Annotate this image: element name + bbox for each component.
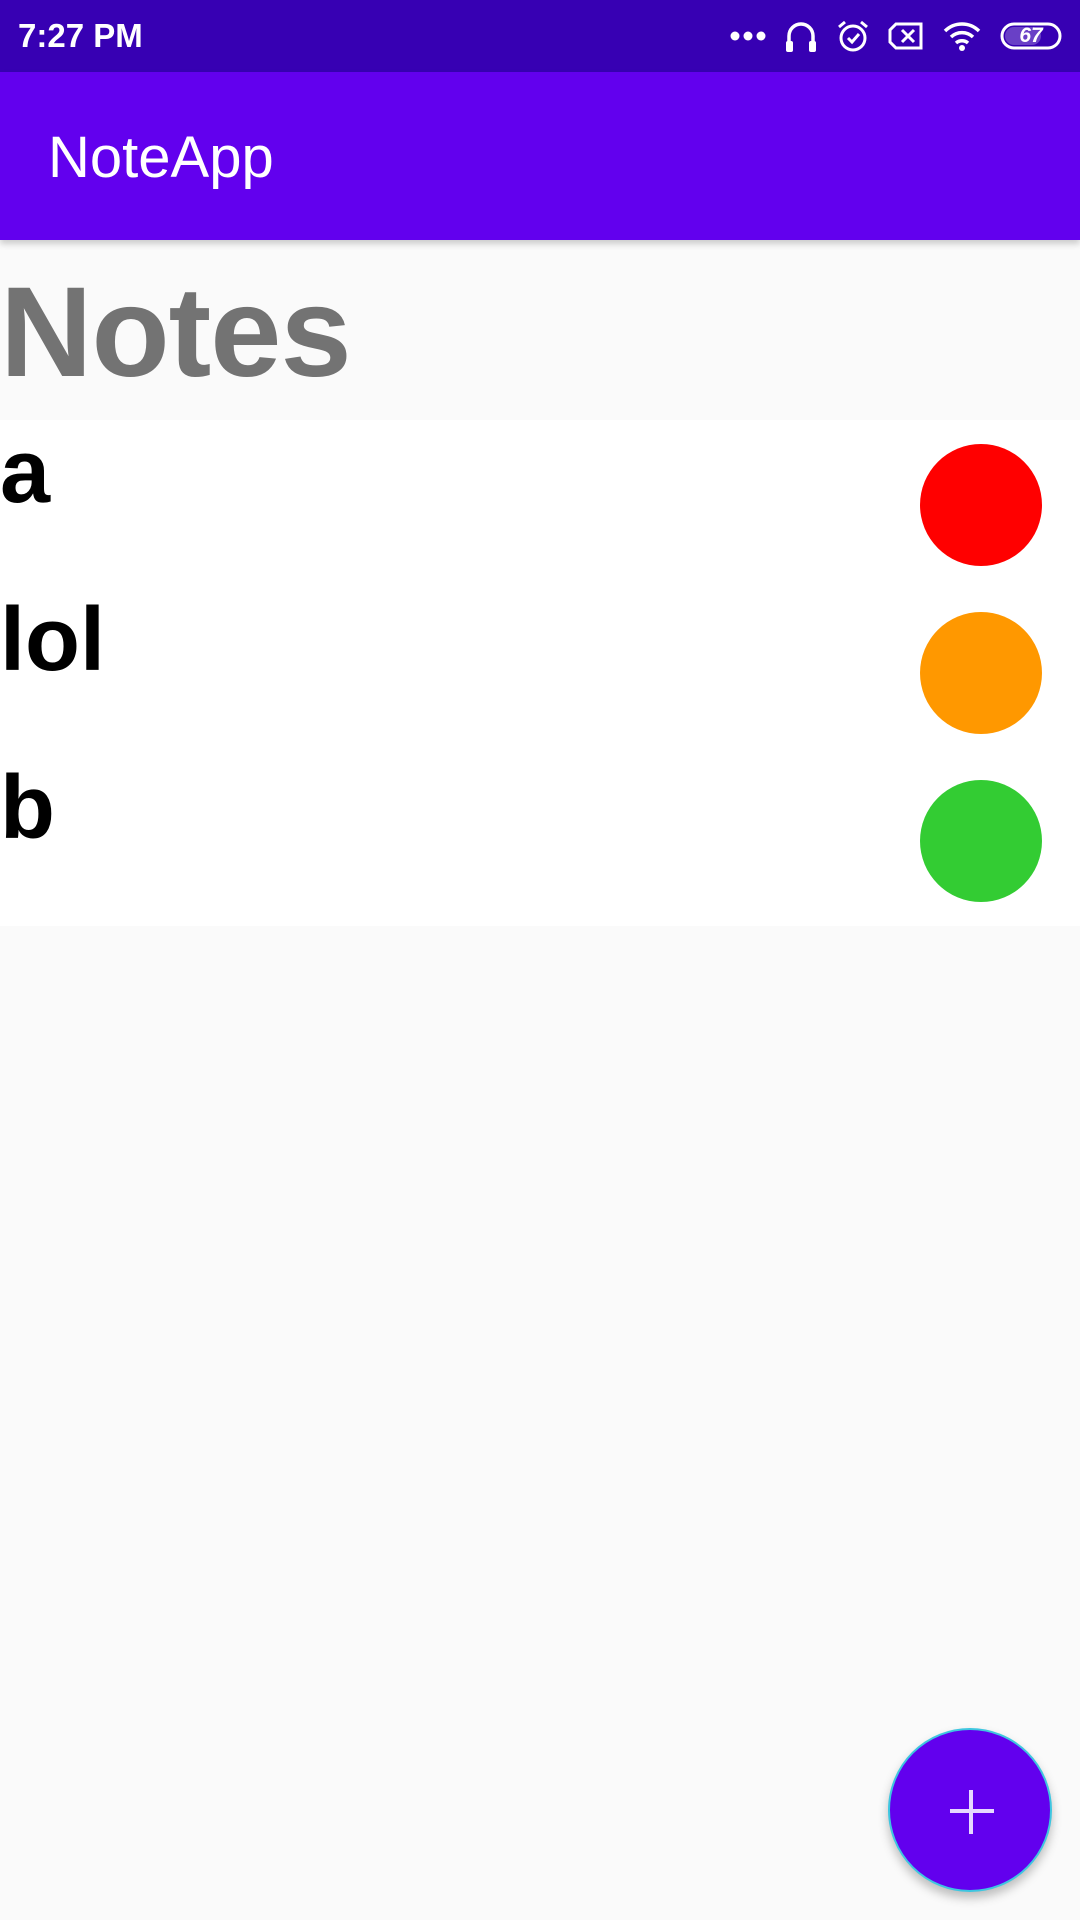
note-title: a (0, 422, 51, 522)
app-bar: NoteApp (0, 72, 1080, 240)
wifi-icon (943, 22, 981, 51)
screen: 7:27 PM 67 NoteApp Notes a lol b (0, 0, 1080, 1920)
priority-dot (920, 780, 1042, 902)
more-dots-icon (730, 31, 766, 41)
priority-dot (920, 444, 1042, 566)
headphones-icon (786, 22, 816, 52)
add-note-button[interactable] (888, 1728, 1052, 1892)
battery-level: 67 (1019, 24, 1043, 47)
status-bar: 7:27 PM 67 (0, 0, 1080, 72)
priority-dot (920, 612, 1042, 734)
note-item[interactable]: a (0, 420, 1080, 588)
app-title: NoteApp (48, 125, 274, 190)
note-title: b (0, 758, 55, 858)
battery-icon: 67 (1000, 22, 1064, 50)
note-item[interactable]: lol (0, 588, 1080, 756)
note-item[interactable]: b (0, 756, 1080, 924)
sim-x-icon (888, 22, 923, 50)
page-title: Notes (0, 261, 352, 404)
status-icons: 67 (712, 16, 1064, 56)
status-time: 7:27 PM (18, 17, 143, 54)
notes-list: a lol b (0, 420, 1080, 926)
note-title: lol (0, 590, 105, 690)
alarm-icon (838, 20, 868, 52)
